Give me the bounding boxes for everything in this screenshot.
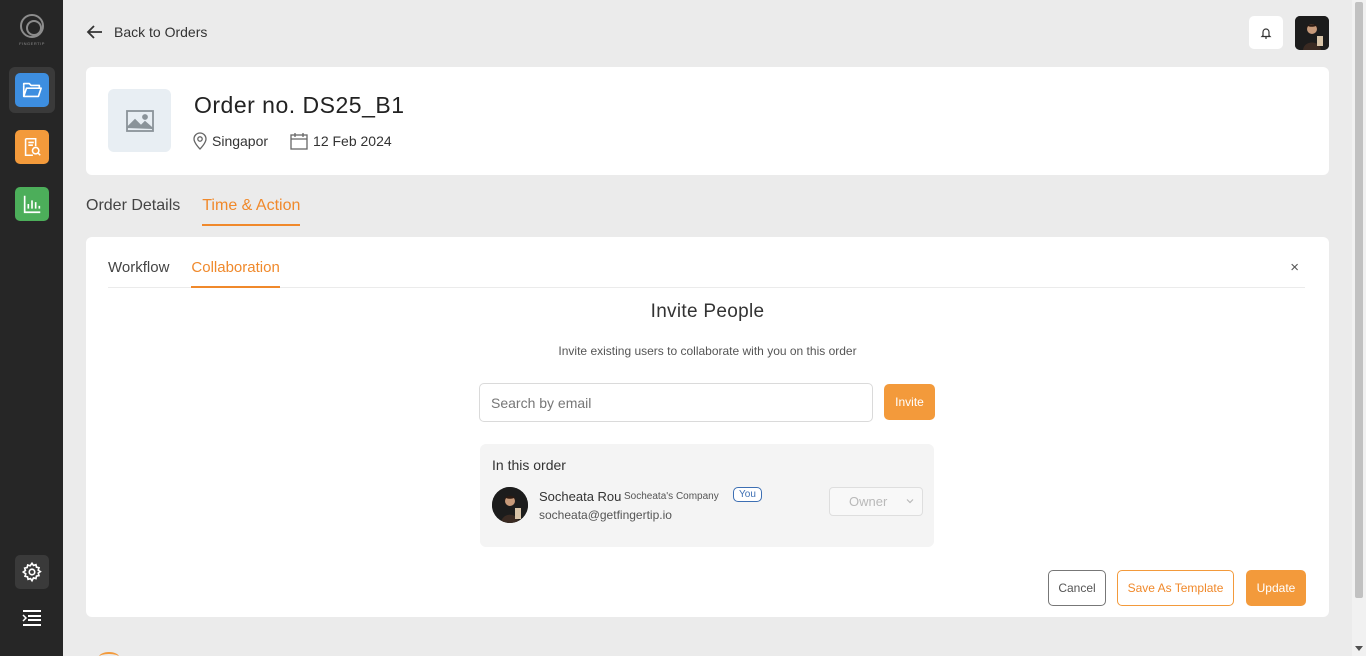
tab-collaboration[interactable]: Collaboration (191, 257, 280, 288)
order-meta: Singapor 12 Feb 2024 (193, 132, 414, 150)
order-summary-card: Order no. DS25_B1 Singapor 12 Feb 2024 (86, 67, 1329, 175)
location-pin-icon (193, 132, 207, 150)
back-label: Back to Orders (114, 24, 208, 40)
logo[interactable]: FINGERTIP (17, 14, 47, 50)
logo-text: FINGERTIP (19, 41, 45, 46)
invite-subtitle: Invite existing users to collaborate wit… (558, 344, 857, 358)
chevron-down-icon (906, 499, 914, 504)
bar-chart-icon (23, 195, 41, 214)
save-as-template-button[interactable]: Save As Template (1117, 570, 1234, 606)
sidebar-item-analytics[interactable] (15, 187, 49, 221)
sidebar-item-orders[interactable] (15, 73, 49, 107)
members-title: In this order (492, 457, 566, 473)
order-title: Order no. DS25_B1 (194, 92, 405, 118)
members-list: In this order Socheata Rou Socheata's Co… (480, 444, 934, 547)
scroll-down-arrow-icon[interactable] (1355, 646, 1363, 651)
bell-icon (1260, 27, 1272, 39)
invite-title: Invite People (650, 301, 765, 322)
image-placeholder-icon (125, 109, 154, 132)
avatar (492, 487, 528, 523)
tab-order-details[interactable]: Order Details (86, 194, 180, 226)
report-search-icon (24, 137, 41, 157)
invite-button[interactable]: Invite (884, 384, 935, 420)
search-email-input[interactable] (479, 383, 873, 422)
role-value: Owner (849, 494, 888, 509)
fingerprint-logo-icon (20, 14, 44, 38)
order-image-placeholder (108, 89, 171, 152)
loading-spinner-icon (99, 652, 119, 656)
order-tabs: Order Details Time & Action (86, 194, 322, 226)
update-button[interactable]: Update (1246, 570, 1306, 606)
you-badge: You (733, 487, 762, 502)
gear-icon (21, 561, 42, 583)
scrollbar-thumb[interactable] (1355, 2, 1363, 598)
order-location: Singapor (193, 132, 268, 150)
member-name: Socheata Rou (539, 489, 622, 504)
folder-open-icon (22, 82, 42, 98)
member-avatar-image (492, 487, 528, 523)
tab-workflow[interactable]: Workflow (108, 257, 169, 288)
collaboration-panel: Workflow Collaboration × Invite People I… (86, 237, 1329, 617)
sub-tabs: Workflow Collaboration (108, 257, 1305, 288)
user-avatar[interactable] (1295, 16, 1329, 50)
order-date: 12 Feb 2024 (290, 132, 392, 150)
notifications-button[interactable] (1249, 16, 1283, 49)
avatar-image (1295, 16, 1329, 50)
footer-area (63, 634, 1352, 656)
tab-time-and-action[interactable]: Time & Action (202, 194, 301, 226)
arrow-left-icon (86, 25, 102, 39)
close-icon[interactable]: × (1290, 259, 1299, 276)
cancel-button[interactable]: Cancel (1048, 570, 1106, 606)
menu-collapse-icon[interactable] (21, 608, 43, 628)
location-text: Singapor (212, 133, 269, 149)
scrollbar[interactable] (1352, 0, 1366, 656)
sidebar-item-settings[interactable] (15, 555, 49, 589)
sidebar-item-reports[interactable] (15, 130, 49, 164)
calendar-icon (290, 133, 308, 150)
member-email: socheata@getfingertip.io (539, 508, 672, 522)
sidebar: FINGERTIP (0, 0, 63, 656)
back-to-orders-link[interactable]: Back to Orders (86, 22, 207, 42)
member-company: Socheata's Company (624, 491, 719, 502)
role-select[interactable]: Owner (829, 487, 923, 516)
date-text: 12 Feb 2024 (313, 133, 392, 149)
